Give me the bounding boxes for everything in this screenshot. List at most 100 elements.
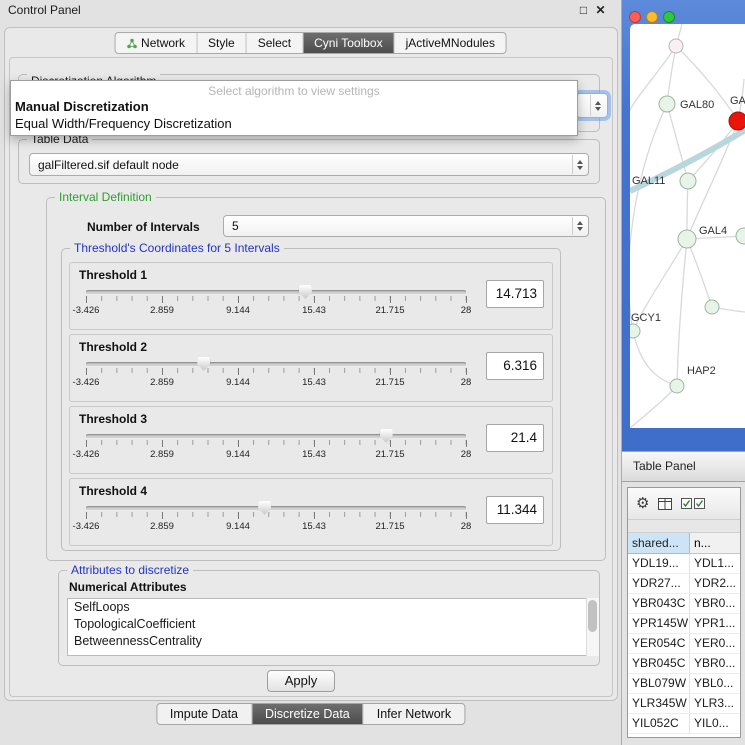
slider-scale-label: 9.144 xyxy=(226,377,250,388)
tab-cyni-toolbox[interactable]: Cyni Toolbox xyxy=(302,33,393,53)
table-row[interactable]: YBR043CYBR0... xyxy=(628,594,740,614)
slider-scale-label: 9.144 xyxy=(226,305,250,316)
network-node[interactable] xyxy=(729,112,745,130)
threshold-value-field[interactable]: 21.4 xyxy=(486,424,544,452)
threshold-value-field[interactable]: 11.344 xyxy=(486,496,544,524)
slider-scale-label: 28 xyxy=(461,377,472,388)
slider-track xyxy=(86,290,466,294)
columns-icon[interactable] xyxy=(658,498,672,510)
attributes-scrollbar[interactable] xyxy=(586,598,599,656)
network-node[interactable] xyxy=(670,379,684,393)
threshold-value-field[interactable]: 6.316 xyxy=(486,352,544,380)
table-row[interactable]: YBR045CYBR0... xyxy=(628,654,740,674)
table-toolbar: ⚙ xyxy=(628,488,740,520)
threshold-panel: Threshold 3-3.4262.8599.14415.4321.71528… xyxy=(69,406,553,474)
table-cell-shared-name: YLR345W xyxy=(628,694,690,714)
attribute-list-item[interactable]: SelfLoops xyxy=(68,599,590,616)
network-node[interactable] xyxy=(630,324,640,338)
control-panel-titlebar: Control Panel □ ✕ xyxy=(0,0,621,20)
table-cell-name: YLR3... xyxy=(690,694,740,714)
number-of-intervals-select[interactable]: 5 xyxy=(223,215,589,237)
table-row[interactable]: YDL19...YDL1... xyxy=(628,554,740,574)
table-row[interactable]: YLR345WYLR3... xyxy=(628,694,740,714)
table-cell-name: YPR1... xyxy=(690,614,740,634)
network-node[interactable] xyxy=(669,39,683,53)
table-cell-name: YER0... xyxy=(690,634,740,654)
threshold-slider[interactable]: -3.4262.8599.14415.4321.71528 xyxy=(86,357,466,397)
network-node-label: GAL11 xyxy=(632,175,665,187)
table-row[interactable]: YIL052CYIL0... xyxy=(628,714,740,734)
slider-scale-label: 15.43 xyxy=(302,521,326,532)
slider-scale-label: 2.859 xyxy=(150,449,174,460)
threshold-label: Threshold 2 xyxy=(79,340,147,354)
gear-icon[interactable]: ⚙ xyxy=(636,496,649,511)
number-of-intervals-label: Number of Intervals xyxy=(87,220,200,234)
threshold-value-field[interactable]: 14.713 xyxy=(486,280,544,308)
control-panel-window: Control Panel □ ✕ Network Style Select C… xyxy=(0,0,622,745)
apply-button[interactable]: Apply xyxy=(267,670,335,692)
attribute-list-item[interactable]: TopologicalCoefficient xyxy=(68,616,590,633)
scrollbar-thumb[interactable] xyxy=(588,600,597,632)
slider-major-tick xyxy=(314,440,315,447)
tab-infer-network[interactable]: Infer Network xyxy=(363,704,464,724)
dropdown-option-manual-discretization[interactable]: Manual Discretization xyxy=(11,98,577,115)
slider-scale-label: 2.859 xyxy=(150,377,174,388)
column-header-name[interactable]: n... xyxy=(690,533,740,554)
table-data-select[interactable]: galFiltered.sif default node xyxy=(29,153,589,176)
network-node-label: GAL4 xyxy=(699,225,727,237)
network-node[interactable] xyxy=(659,96,675,112)
tab-jactivemnodules[interactable]: jActiveMNodules xyxy=(394,33,506,53)
group-title: Interval Definition xyxy=(55,190,156,204)
network-edge[interactable] xyxy=(677,239,687,386)
network-edge[interactable] xyxy=(687,239,712,307)
threshold-panels: Threshold 1-3.4262.8599.14415.4321.71528… xyxy=(69,262,553,550)
slider-major-tick xyxy=(466,512,467,519)
attributes-group: Attributes to discretize Numerical Attri… xyxy=(58,570,600,666)
slider-scale-label: -3.426 xyxy=(73,377,100,388)
network-node[interactable] xyxy=(678,230,696,248)
float-window-icon[interactable]: □ xyxy=(575,3,592,17)
threshold-slider[interactable]: -3.4262.8599.14415.4321.71528 xyxy=(86,501,466,541)
network-node[interactable] xyxy=(680,173,696,189)
slider-major-tick xyxy=(314,512,315,519)
slider-major-tick xyxy=(86,440,87,447)
network-edge[interactable] xyxy=(630,386,677,428)
tab-label: Style xyxy=(208,36,235,50)
network-canvas[interactable]: GAL80GAGAL11GAL4GCY1HAP2 xyxy=(630,24,745,428)
threshold-slider[interactable]: -3.4262.8599.14415.4321.71528 xyxy=(86,285,466,325)
network-edge[interactable] xyxy=(630,104,667,331)
dropdown-option-equal-width[interactable]: Equal Width/Frequency Discretization xyxy=(11,115,577,132)
column-header-shared-name[interactable]: shared... xyxy=(628,533,690,554)
threshold-slider[interactable]: -3.4262.8599.14415.4321.71528 xyxy=(86,429,466,469)
close-traffic-light[interactable] xyxy=(629,11,641,23)
table-cell-shared-name: YPR145W xyxy=(628,614,690,634)
tab-discretize-data[interactable]: Discretize Data xyxy=(251,704,363,724)
table-row[interactable]: YPR145WYPR1... xyxy=(628,614,740,634)
select-checkboxes-icon[interactable] xyxy=(681,498,705,509)
tab-label: Network xyxy=(141,36,185,50)
table-panel-header: Table Panel xyxy=(622,451,745,482)
combo-stepper-icon xyxy=(590,95,605,116)
attribute-list-item[interactable]: BetweennessCentrality xyxy=(68,633,590,650)
minimize-traffic-light[interactable] xyxy=(646,11,658,23)
network-edge[interactable] xyxy=(633,331,677,386)
tab-style[interactable]: Style xyxy=(196,33,246,53)
network-node[interactable] xyxy=(736,228,745,244)
table-row[interactable]: YER054CYER0... xyxy=(628,634,740,654)
slider-major-tick xyxy=(314,296,315,303)
tab-network[interactable]: Network xyxy=(115,33,196,53)
zoom-traffic-light[interactable] xyxy=(663,11,675,23)
table-spacer xyxy=(628,520,740,533)
network-edge[interactable] xyxy=(667,46,676,104)
tab-label: Select xyxy=(258,36,291,50)
table-cell-shared-name: YBL079W xyxy=(628,674,690,694)
slider-track xyxy=(86,506,466,510)
table-row[interactable]: YDR27...YDR2... xyxy=(628,574,740,594)
close-window-icon[interactable]: ✕ xyxy=(592,3,609,17)
network-node[interactable] xyxy=(705,300,719,314)
window-title: Control Panel xyxy=(8,3,575,17)
tab-select[interactable]: Select xyxy=(246,33,302,53)
table-row[interactable]: YBL079WYBL0... xyxy=(628,674,740,694)
tab-impute-data[interactable]: Impute Data xyxy=(157,704,251,724)
algorithm-select[interactable] xyxy=(576,93,608,118)
